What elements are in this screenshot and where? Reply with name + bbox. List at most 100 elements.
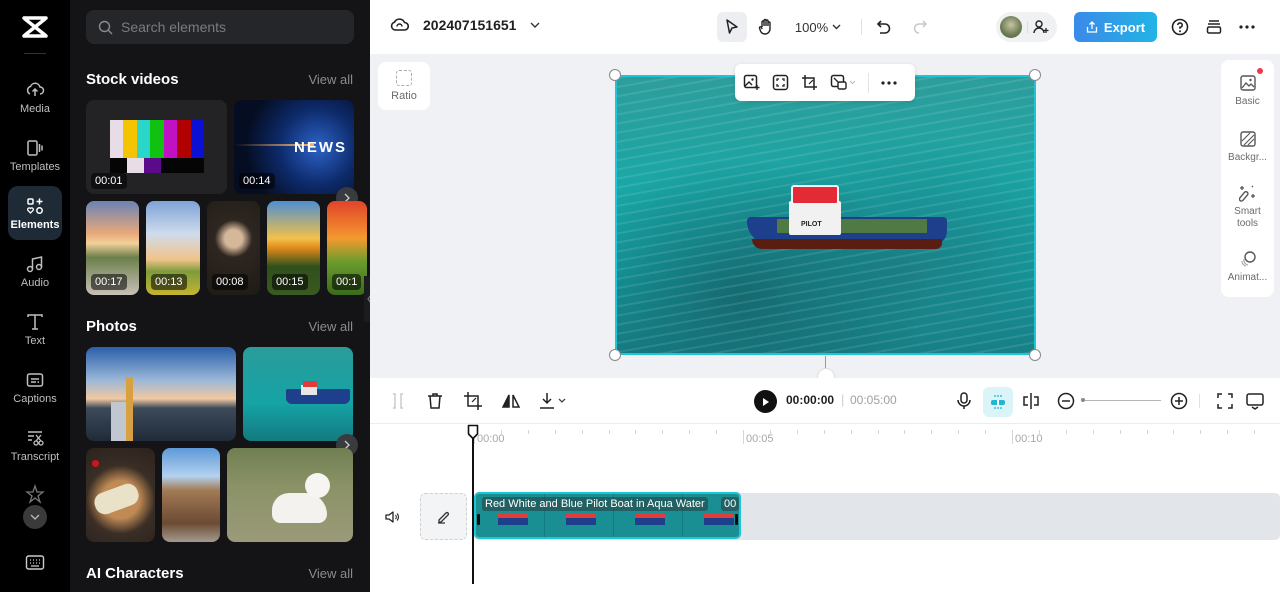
ruler-tick <box>1173 430 1175 434</box>
playhead-handle[interactable] <box>467 424 479 440</box>
slider-thumb[interactable] <box>1081 398 1085 402</box>
download-dropdown-icon[interactable] <box>538 391 568 411</box>
stock-video-thumb[interactable]: NEWS 00:14 <box>234 100 354 194</box>
fit-frame-icon[interactable] <box>772 74 789 91</box>
stock-video-thumb[interactable]: 00:01 <box>86 100 227 194</box>
video-clip[interactable]: Red White and Blue Pilot Boat in Aqua Wa… <box>474 492 741 539</box>
photos-view-all-link[interactable]: View all <box>308 319 353 334</box>
zoom-dropdown[interactable]: 100% <box>790 12 846 42</box>
redo-button[interactable] <box>906 12 934 42</box>
properties-side-panel: Basic Backgr... Smart tools Animat... <box>1221 60 1274 297</box>
ruler-tick <box>1119 430 1121 434</box>
export-label: Export <box>1103 19 1146 35</box>
rail-item-text[interactable]: Text <box>8 302 62 356</box>
photo-thumb-street[interactable] <box>162 448 220 542</box>
fullscreen-icon[interactable] <box>1215 391 1235 411</box>
more-horizontal-icon[interactable] <box>881 80 897 85</box>
zoom-out-icon[interactable] <box>1056 391 1076 411</box>
ruler-label: 00:00 <box>477 433 505 445</box>
rail-expand-button[interactable] <box>23 505 47 529</box>
rotate-handle[interactable] <box>817 368 835 378</box>
stock-video-thumb[interactable]: 00:13 <box>146 201 200 295</box>
photo-thumb-city[interactable] <box>86 347 236 441</box>
side-panel-basic[interactable]: Basic <box>1221 74 1274 108</box>
more-options-button[interactable] <box>1235 12 1259 42</box>
export-button[interactable]: Export <box>1074 12 1157 42</box>
resize-handle-top-right[interactable] <box>1029 69 1041 81</box>
replace-image-icon[interactable] <box>743 74 760 91</box>
search-box[interactable] <box>86 10 354 44</box>
pencil-icon <box>437 511 449 524</box>
clip-frame <box>498 514 528 525</box>
rail-item-media[interactable]: Media <box>8 70 62 124</box>
rail-item-captions[interactable]: Captions <box>8 360 62 414</box>
resize-handle-bottom-left[interactable] <box>609 349 621 361</box>
mirror-flip-icon[interactable] <box>501 391 521 411</box>
photos-title: Photos <box>86 318 137 335</box>
magic-star-icon[interactable] <box>25 484 45 504</box>
rail-item-transcript[interactable]: Transcript <box>8 418 62 472</box>
magic-wand-icon <box>1238 185 1255 202</box>
rail-item-elements[interactable]: Elements <box>8 186 62 240</box>
crop-icon[interactable] <box>801 74 818 91</box>
stock-video-thumb[interactable]: 00:1 <box>327 201 367 295</box>
layers-icon <box>1206 20 1222 34</box>
clip-frame <box>635 514 665 525</box>
ai-characters-view-all-link[interactable]: View all <box>308 566 353 581</box>
project-name-dropdown[interactable]: 202407151651 <box>390 17 540 33</box>
stock-videos-view-all-link[interactable]: View all <box>308 72 353 87</box>
auto-snap-toggle[interactable] <box>983 387 1013 417</box>
undo-button[interactable] <box>870 12 898 42</box>
avatar[interactable] <box>1000 16 1022 38</box>
playhead[interactable] <box>472 432 474 584</box>
split-icon[interactable] <box>388 391 408 411</box>
ruler-label: 00:10 <box>1015 433 1043 445</box>
total-duration: 00:05:00 <box>850 393 897 407</box>
photo-thumb-dog[interactable] <box>227 448 353 542</box>
add-user-icon[interactable] <box>1033 19 1049 35</box>
play-icon <box>762 397 769 406</box>
ruler-tick <box>689 430 691 434</box>
side-panel-background[interactable]: Backgr... <box>1221 130 1274 164</box>
resize-handle-bottom-right[interactable] <box>1029 349 1041 361</box>
ruler-tick <box>796 430 798 434</box>
preview-monitor-icon[interactable] <box>1245 391 1265 411</box>
side-panel-animation[interactable]: Animat... <box>1221 250 1274 284</box>
chevron-down-icon <box>530 22 540 28</box>
ratio-label: Ratio <box>391 90 417 102</box>
photo-thumb-boat[interactable] <box>243 347 353 441</box>
timeline-zoom-slider[interactable] <box>1081 398 1161 402</box>
stock-video-thumb[interactable]: 00:08 <box>207 201 260 295</box>
clip-trim-handle-right[interactable] <box>735 514 738 525</box>
photo-thumb-food[interactable] <box>86 448 155 542</box>
redo-icon <box>913 20 928 34</box>
clip-trim-handle-left[interactable] <box>477 514 480 525</box>
split-screen-icon[interactable] <box>1021 391 1041 411</box>
stock-video-thumb[interactable]: 00:17 <box>86 201 139 295</box>
rail-item-audio[interactable]: Audio <box>8 244 62 298</box>
volume-icon[interactable] <box>384 509 400 525</box>
crop-icon[interactable] <box>463 391 483 411</box>
search-icon <box>98 20 113 34</box>
search-input[interactable] <box>121 19 341 35</box>
rail-item-templates[interactable]: Templates <box>8 128 62 182</box>
delete-icon[interactable] <box>425 391 445 411</box>
keyboard-shortcuts-icon[interactable] <box>25 554 45 572</box>
transcript-icon <box>28 430 44 446</box>
resize-handle-top-left[interactable] <box>609 69 621 81</box>
microphone-icon[interactable] <box>954 391 974 411</box>
play-button[interactable] <box>754 390 777 413</box>
stock-video-thumb[interactable]: 00:15 <box>267 201 320 295</box>
edit-cover-button[interactable] <box>420 493 467 540</box>
rail-label: Templates <box>9 160 61 173</box>
mask-dropdown-icon[interactable] <box>830 74 856 91</box>
help-button[interactable] <box>1168 12 1192 42</box>
selected-video-frame[interactable]: PILOT <box>615 75 1036 355</box>
preview-canvas: Ratio PILOT Basic Backgr... Smart tools … <box>370 54 1280 378</box>
select-tool-button[interactable] <box>717 12 747 42</box>
hand-tool-button[interactable] <box>751 12 781 42</box>
ratio-button[interactable]: Ratio <box>378 62 430 110</box>
zoom-in-icon[interactable] <box>1169 391 1189 411</box>
side-panel-smart-tools[interactable]: Smart tools <box>1221 184 1274 230</box>
layers-button[interactable] <box>1202 12 1226 42</box>
